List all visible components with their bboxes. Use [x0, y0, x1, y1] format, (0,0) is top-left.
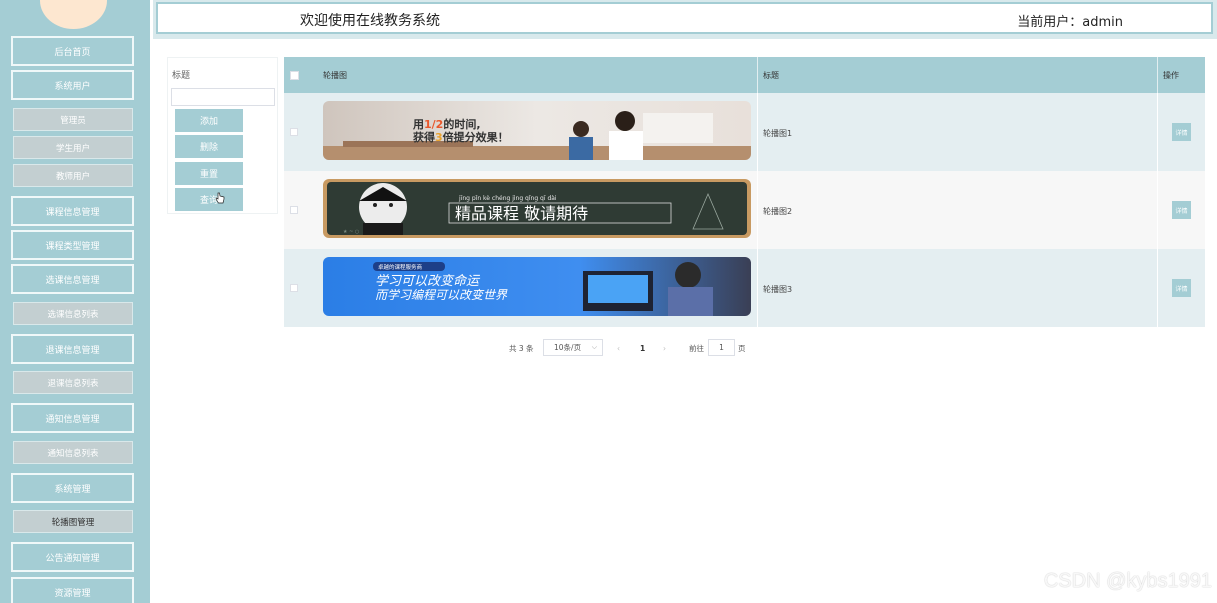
next-page-icon[interactable]: ›: [663, 340, 666, 356]
banner-text: 精品课程 敬请期待: [455, 204, 588, 223]
title-search-input[interactable]: [171, 88, 275, 106]
select-all-checkbox[interactable]: [290, 71, 299, 80]
svg-text:★ ~ ○: ★ ~ ○: [343, 229, 359, 235]
row-title: 轮播图1: [763, 129, 793, 138]
table-row: jīng pǐn kè chéng jìng qǐng qī dài 精品课程 …: [284, 171, 1205, 249]
sidebar-item[interactable]: 课程信息管理: [11, 196, 134, 226]
column-divider: [757, 171, 758, 249]
banner-text: 用1/2的时间,: [413, 117, 481, 131]
sidebar-item[interactable]: 课程类型管理: [11, 230, 134, 260]
banner-text: 而学习编程可以改变世界: [375, 288, 508, 302]
detail-button[interactable]: 详情: [1172, 201, 1191, 219]
sidebar-item[interactable]: 轮播图管理: [13, 510, 133, 533]
sidebar-item[interactable]: 选课信息管理: [11, 264, 134, 294]
prev-page-icon[interactable]: ‹: [617, 340, 620, 356]
sidebar: 后台首页系统用户管理员学生用户教师用户课程信息管理 课程类型管理 选课信息管理选课信…: [0, 0, 150, 603]
column-divider: [1157, 57, 1158, 93]
column-divider: [757, 93, 758, 171]
header: 欢迎使用在线教务系统 当前用户：admin: [153, 0, 1217, 39]
column-header-title[interactable]: 标题: [763, 70, 779, 81]
avatar: [40, 0, 107, 29]
table-row: 用1/2的时间, 获得3倍提分效果！ 轮播图1 详情: [284, 93, 1205, 171]
sidebar-item[interactable]: 退课信息管理: [11, 334, 134, 364]
column-divider: [1157, 171, 1158, 249]
reset-button[interactable]: 重置: [175, 162, 243, 185]
carousel-image-3: 卓越的课程服务商 学习可以改变命运 而学习编程可以改变世界: [323, 257, 751, 316]
goto-page-input[interactable]: 1: [708, 339, 735, 356]
row-checkbox[interactable]: [290, 128, 298, 136]
watermark: CSDN @kybs1991: [1043, 570, 1212, 592]
page-size-select[interactable]: 10条/页 ⌵: [543, 339, 603, 356]
carousel-image-2: jīng pǐn kè chéng jìng qǐng qī dài 精品课程 …: [323, 179, 751, 238]
carousel-image-1: 用1/2的时间, 获得3倍提分效果！: [323, 101, 751, 160]
row-checkbox[interactable]: [290, 284, 298, 292]
current-user: 当前用户：admin: [1017, 15, 1123, 30]
sidebar-item[interactable]: 公告通知管理: [11, 542, 134, 572]
sidebar-item[interactable]: 教师用户: [13, 164, 133, 187]
sidebar-item[interactable]: 通知信息列表: [13, 441, 133, 464]
query-button[interactable]: 查询: [175, 188, 243, 211]
banner-text: 学习可以改变命运: [375, 273, 481, 289]
sidebar-item[interactable]: 学生用户: [13, 136, 133, 159]
row-title: 轮播图3: [763, 285, 793, 294]
column-divider: [757, 57, 758, 93]
chevron-down-icon: ⌵: [591, 343, 597, 351]
sidebar-item[interactable]: 系统管理: [11, 473, 134, 503]
carousel-table: 轮播图 标题 操作 用1/2的时间, 获得3倍提分效果！ 轮播图1 详情 jīn…: [284, 57, 1205, 328]
table-row: 卓越的课程服务商 学习可以改变命运 而学习编程可以改变世界 轮播图3 详情: [284, 249, 1205, 327]
sidebar-item[interactable]: 后台首页: [11, 36, 134, 66]
page-size-value: 10条/页: [554, 343, 582, 352]
banner-text: 卓越的课程服务商: [378, 263, 423, 271]
sidebar-item[interactable]: 选课信息列表: [13, 302, 133, 325]
column-header-image: 轮播图: [323, 71, 347, 80]
detail-button[interactable]: 详情: [1172, 123, 1191, 141]
column-divider: [1157, 249, 1158, 327]
sidebar-item[interactable]: 资源管理: [11, 577, 134, 603]
row-checkbox[interactable]: [290, 206, 298, 214]
app-root: 后台首页系统用户管理员学生用户教师用户课程信息管理 课程类型管理 选课信息管理选课信…: [0, 0, 1217, 603]
page-number[interactable]: 1: [640, 340, 645, 356]
sidebar-item[interactable]: 管理员: [13, 108, 133, 131]
banner-text: jīng pǐn kè chéng jìng qǐng qī dài: [458, 195, 557, 202]
sidebar-item[interactable]: 通知信息管理: [11, 403, 134, 433]
search-panel: 标题 添加 删除 重置 查询: [167, 57, 278, 214]
column-divider: [1157, 93, 1158, 171]
banner-text: 获得3倍提分效果！: [413, 130, 509, 144]
sidebar-item[interactable]: 退课信息列表: [13, 371, 133, 394]
sidebar-item[interactable]: 系统用户: [11, 70, 134, 100]
add-button[interactable]: 添加: [175, 109, 243, 132]
detail-button[interactable]: 详情: [1172, 279, 1191, 297]
page-unit-label: 页: [738, 343, 746, 353]
row-title: 轮播图2: [763, 207, 793, 216]
delete-button[interactable]: 删除: [175, 135, 243, 158]
column-divider: [757, 249, 758, 327]
title-label: 标题: [172, 71, 191, 81]
hand-cursor-icon: [215, 192, 225, 204]
pagination-total: 共 3 条: [509, 343, 534, 353]
header-bar: 欢迎使用在线教务系统 当前用户：admin: [156, 2, 1213, 34]
column-header-actions: 操作: [1163, 71, 1179, 80]
goto-label: 前往: [689, 343, 704, 353]
page-title: 欢迎使用在线教务系统: [300, 13, 440, 29]
table-header: 轮播图 标题 操作: [284, 57, 1205, 93]
